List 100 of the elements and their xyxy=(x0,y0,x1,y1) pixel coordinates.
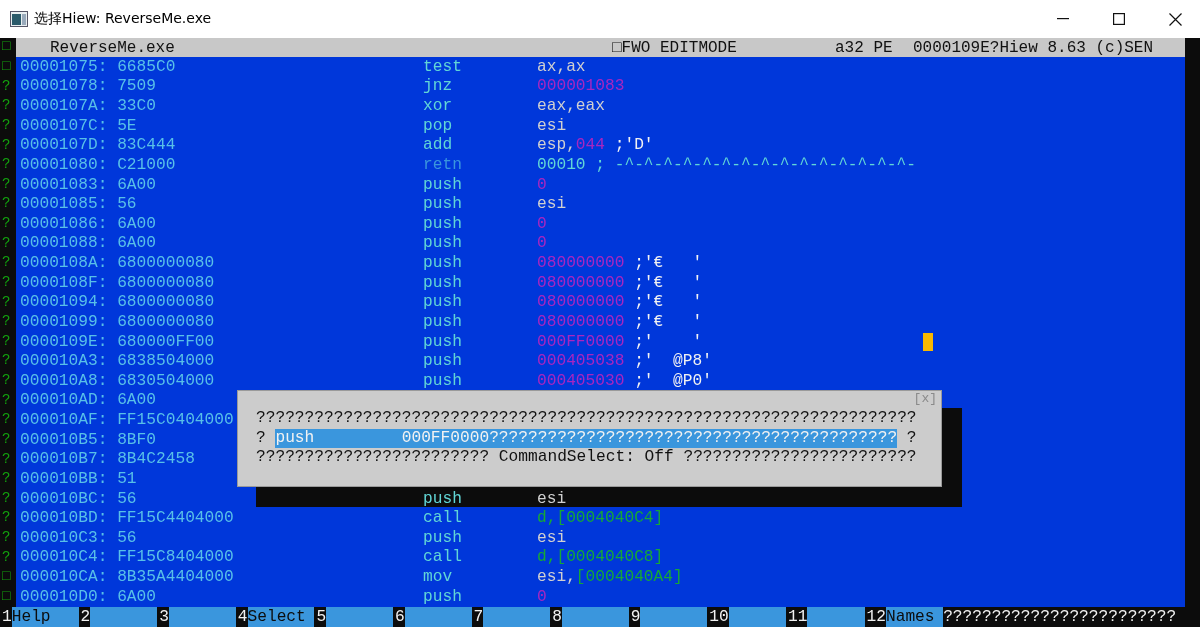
address-cell: 0000107C: 5E xyxy=(20,116,137,135)
address-cell: 000010B5: 8BF0 xyxy=(20,430,156,449)
mnemonic-cell: push xyxy=(423,234,462,253)
row-marker: ? xyxy=(0,410,16,430)
address-cell: 000010C3: 56 xyxy=(20,528,137,547)
file-name: ReverseMe.exe xyxy=(50,38,176,57)
mnemonic-cell: jnz xyxy=(423,77,453,96)
address-cell: 0000108F: 6800000080 xyxy=(20,273,215,292)
operand-cell: esi xyxy=(537,528,567,547)
mnemonic-cell: retn xyxy=(423,155,462,174)
operand-cell: esp,044 ;'D' xyxy=(537,136,654,155)
dialog-text: ???????????????????????????????????????????????????????????????????? xyxy=(256,409,918,429)
function-key[interactable]: Names xyxy=(885,607,944,627)
row-marker: □ xyxy=(0,567,16,587)
mnemonic-cell: add xyxy=(423,136,453,155)
maximize-icon[interactable] xyxy=(1113,13,1125,25)
address-cell: 000010AF: FF15C0404000 xyxy=(20,411,234,430)
address-cell: 000010A3: 6838504000 xyxy=(20,352,215,371)
operand-cell: ax,ax xyxy=(537,57,586,76)
window-title: 选择Hiew: ReverseMe.exe xyxy=(34,10,212,28)
mnemonic-cell: pop xyxy=(423,116,453,135)
function-key[interactable] xyxy=(404,607,472,627)
function-key[interactable]: Select xyxy=(247,607,315,627)
function-key[interactable] xyxy=(483,607,551,627)
row-marker: ? xyxy=(0,449,16,470)
operand-cell: 00010 ; -^-^-^-^-^-^-^-^-^-^-^-^-^-^-^- xyxy=(537,155,916,174)
console-icon xyxy=(10,11,28,27)
text-cursor xyxy=(923,333,933,351)
edit-mode: □FWO EDITMODE xyxy=(612,38,738,57)
address-cell: 000010BB: 51 xyxy=(20,469,137,488)
row-marker: ? xyxy=(0,115,16,136)
row-marker: ? xyxy=(0,96,16,116)
address-cell: 00001075: 6685C0 xyxy=(20,57,176,76)
operand-cell: 000405030 ;' @P0' xyxy=(537,371,712,390)
address-cell: 00001085: 56 xyxy=(20,195,137,214)
function-key[interactable]: Help xyxy=(11,607,79,627)
row-marker: □ xyxy=(0,586,16,607)
row-marker: ? xyxy=(0,429,16,450)
mnemonic-cell: push xyxy=(423,254,462,273)
row-marker: ? xyxy=(0,547,16,568)
operand-cell: d,[0004040C8] xyxy=(537,548,664,567)
function-key[interactable] xyxy=(561,607,629,627)
address-cell: 00001094: 6800000080 xyxy=(20,293,215,312)
address-cell: 0000108A: 6800000080 xyxy=(20,254,215,273)
operand-cell: 080000000 ;'€ ' xyxy=(537,293,703,312)
mnemonic-cell: push xyxy=(423,528,462,547)
address-cell: 00001083: 6A00 xyxy=(20,175,156,194)
row-marker: ? xyxy=(0,371,16,391)
address-cell: 000010CA: 8B35A4404000 xyxy=(20,568,234,587)
row-marker: ? xyxy=(0,76,16,97)
row-marker: □ xyxy=(0,38,16,57)
operand-cell: 0 xyxy=(537,175,547,194)
row-marker: ? xyxy=(0,214,16,234)
version-info: 0000109E?Hiew 8.63 (c)SEN xyxy=(913,38,1154,57)
function-key[interactable] xyxy=(640,607,708,627)
address-cell: 000010BD: FF15C4404000 xyxy=(20,509,234,528)
mnemonic-cell: mov xyxy=(423,568,453,587)
mnemonic-cell: push xyxy=(423,352,462,371)
function-key[interactable] xyxy=(326,607,393,627)
mnemonic-cell: call xyxy=(423,509,462,528)
mnemonic-cell: push xyxy=(423,195,462,214)
mnemonic-cell: test xyxy=(423,57,462,76)
mnemonic-cell: push xyxy=(423,371,462,390)
row-marker: ? xyxy=(0,292,16,313)
operand-cell: esi xyxy=(537,489,567,508)
row-marker: □ xyxy=(0,57,16,77)
operand-cell: 0 xyxy=(537,234,547,253)
operand-cell: 000405038 ;' @P8' xyxy=(537,352,712,371)
mnemonic-cell: push xyxy=(423,293,462,312)
address-cell: 000010BC: 56 xyxy=(20,489,137,508)
address-cell: 000010D0: 6A00 xyxy=(20,587,156,606)
close-icon[interactable] xyxy=(1169,12,1182,26)
function-key[interactable] xyxy=(807,607,865,627)
minimize-icon[interactable] xyxy=(1057,18,1069,20)
row-marker: ? xyxy=(0,390,16,411)
address-cell: 00001088: 6A00 xyxy=(20,234,156,253)
mnemonic-cell: push xyxy=(423,587,462,606)
address-cell: 0000107A: 33C0 xyxy=(20,97,156,116)
operand-cell: 080000000 ;'€ ' xyxy=(537,254,703,273)
mnemonic-cell: push xyxy=(423,273,462,292)
function-key[interactable] xyxy=(728,607,786,627)
operand-cell: esi xyxy=(537,116,567,135)
address-cell: 0000109E: 680000FF00 xyxy=(20,332,215,351)
row-marker: ? xyxy=(0,469,16,489)
address-cell: 00001086: 6A00 xyxy=(20,214,156,233)
row-marker: ? xyxy=(0,331,16,352)
row-marker: ? xyxy=(0,488,16,509)
row-marker: ? xyxy=(0,253,16,273)
function-key[interactable] xyxy=(168,607,236,627)
row-marker: ? xyxy=(0,174,16,195)
operand-cell: 0 xyxy=(537,587,547,606)
operand-cell: 000FF0000 ;' ' xyxy=(537,332,703,351)
function-key[interactable] xyxy=(90,607,158,627)
address-cell: 000010AD: 6A00 xyxy=(20,391,156,410)
operand-cell: esi xyxy=(537,195,567,214)
address-cell: 00001099: 6800000080 xyxy=(20,312,215,331)
operand-cell: d,[0004040C4] xyxy=(537,509,664,528)
mnemonic-cell: call xyxy=(423,548,462,567)
row-marker: ? xyxy=(0,155,16,175)
address-cell: 0000107D: 83C444 xyxy=(20,136,176,155)
